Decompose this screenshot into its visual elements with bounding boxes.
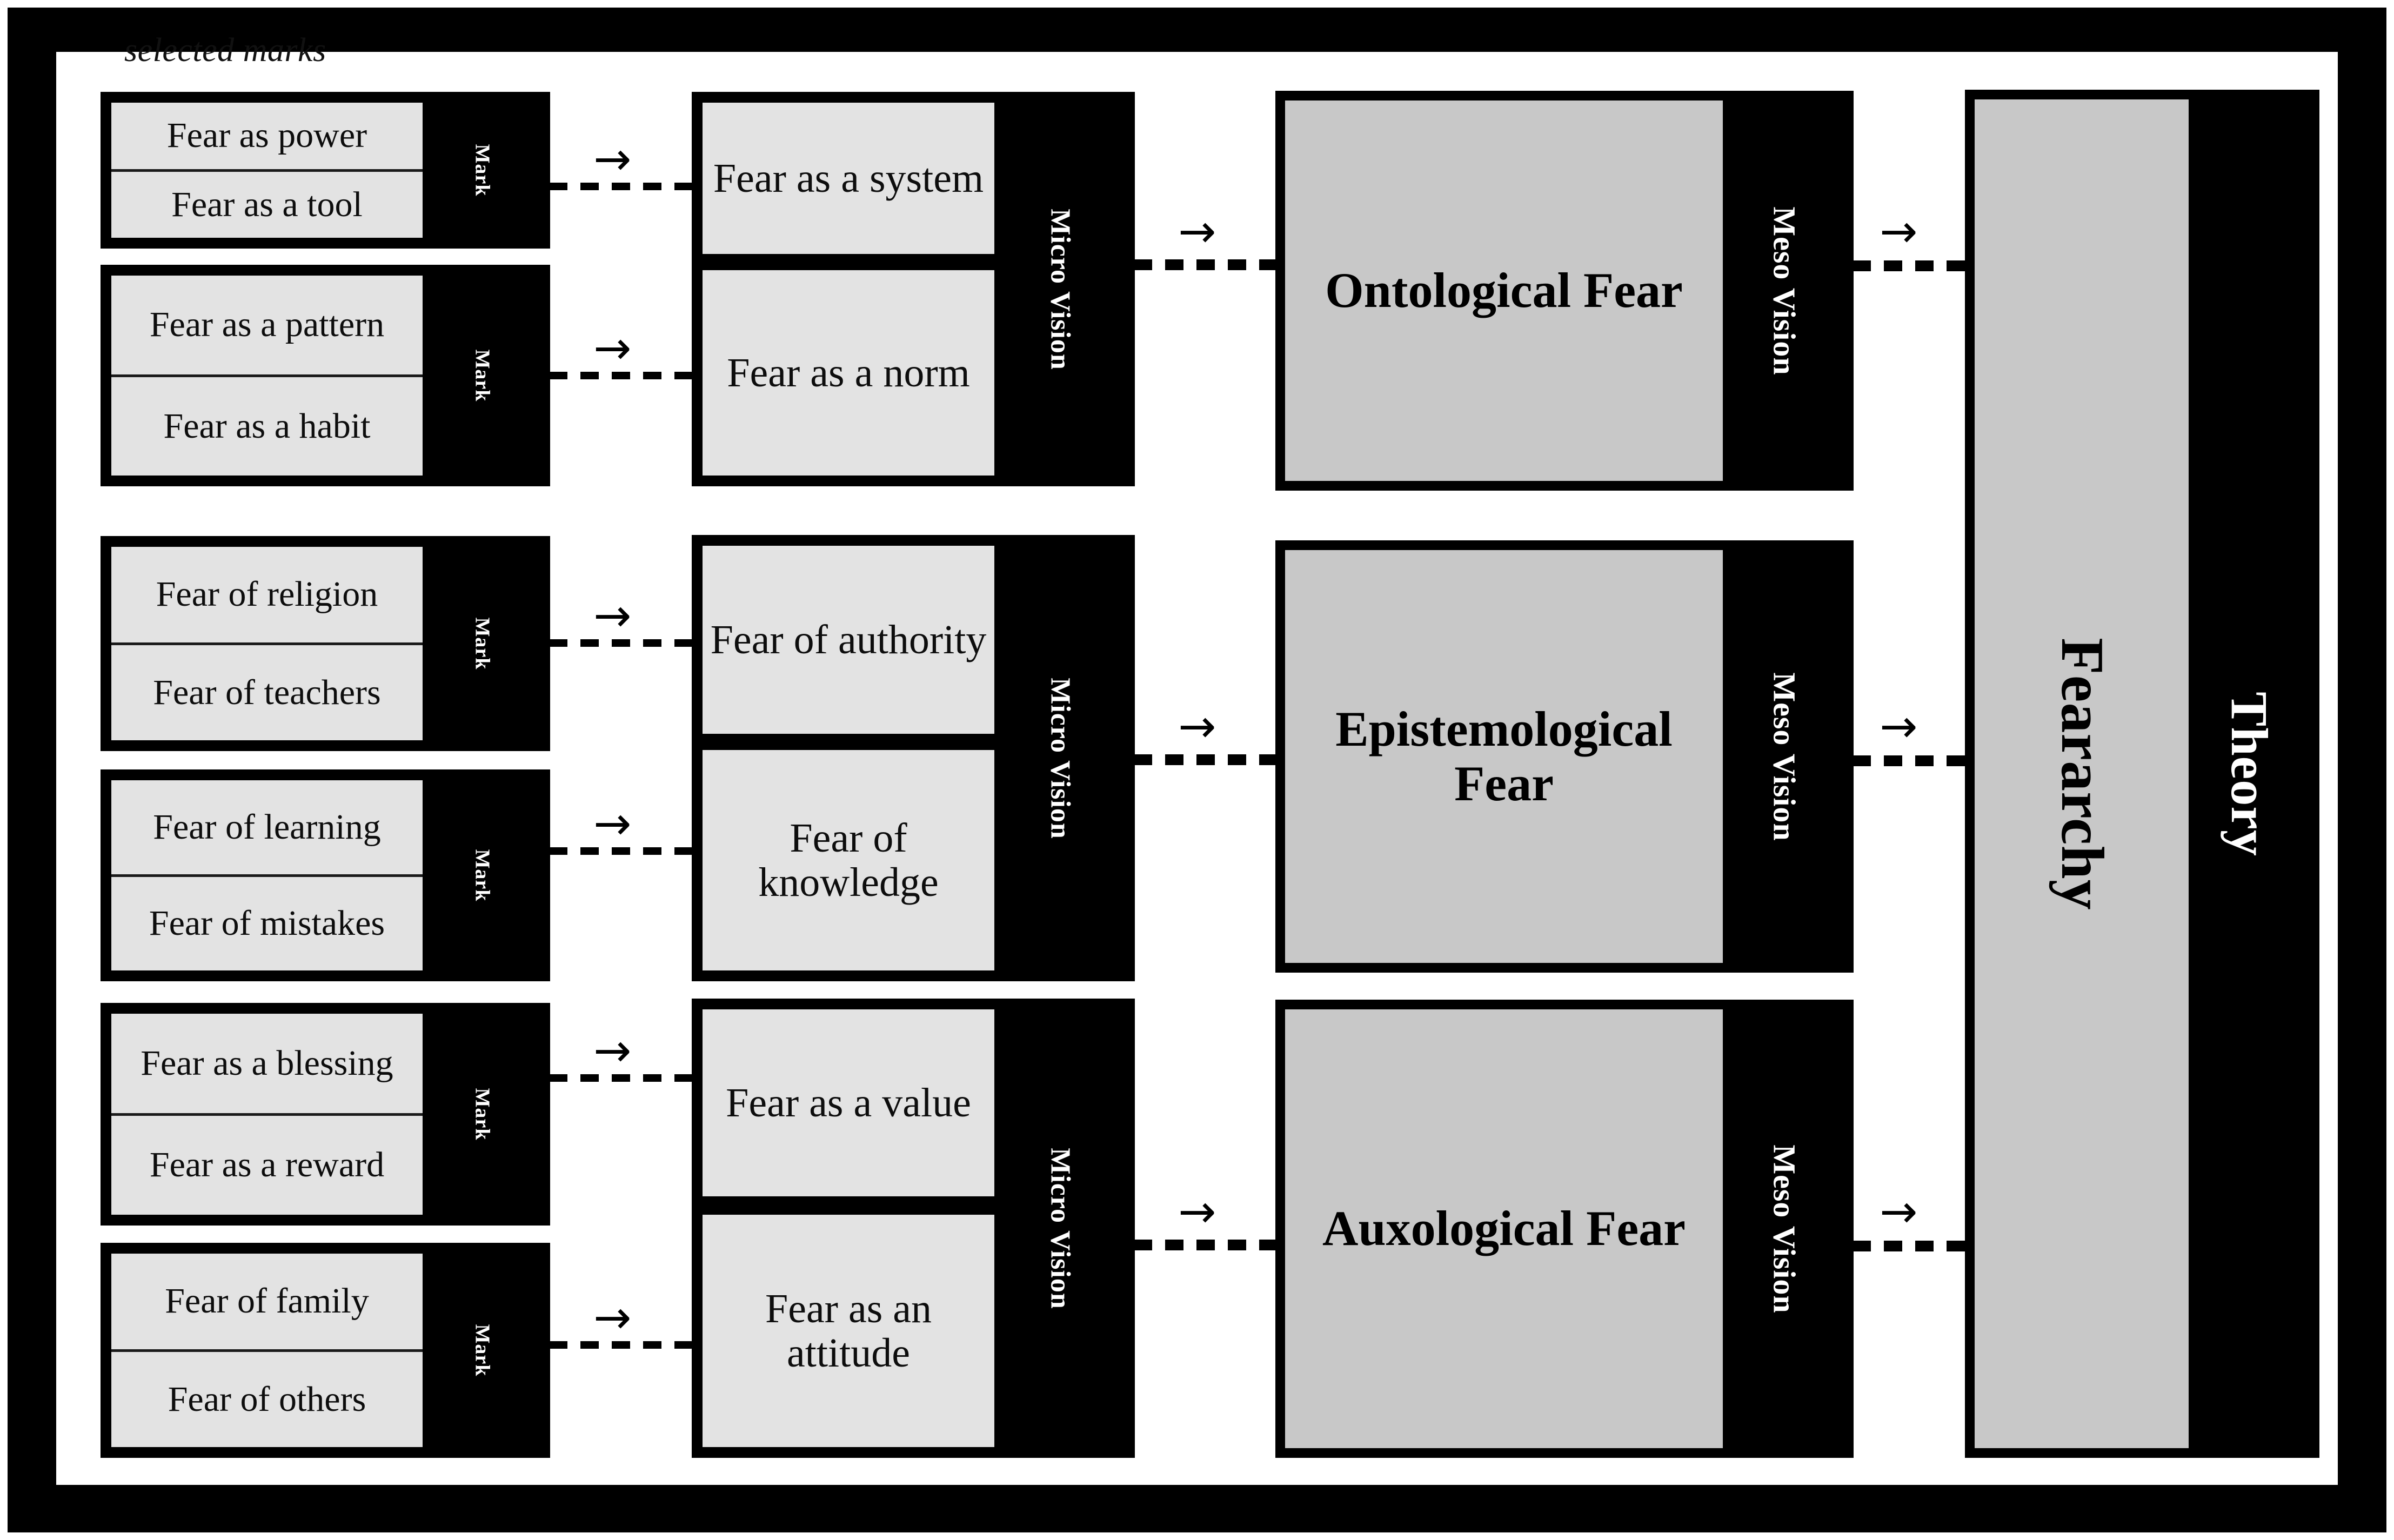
mark-label-strip-3: Mark <box>425 547 539 740</box>
mark-label: Mark <box>471 1088 493 1141</box>
mark-label: Mark <box>471 1324 493 1377</box>
micro-vision-label: Micro Vision <box>1045 677 1076 839</box>
arrow-icon: → <box>593 1024 632 1077</box>
mark-cells-6: Fear of family Fear of others <box>111 1254 423 1447</box>
arrow-icon: → <box>1880 700 1918 753</box>
arrow-icon: → <box>1880 1185 1918 1238</box>
diagram-canvas: selected marks Fear as power Fear as a t… <box>0 0 2394 1540</box>
theory-label-strip: Theory <box>2189 99 2310 1448</box>
feararchy-label: Feararchy <box>2048 637 2116 910</box>
mark-cell: Fear of teachers <box>111 642 423 741</box>
arrow-icon: → <box>593 589 632 642</box>
meso-vision-label: Meso Vision <box>1767 672 1802 841</box>
micro-pane: Fear as a value <box>703 1009 994 1196</box>
theory-label: Theory <box>2220 691 2278 856</box>
meso-label-strip-3: Meso Vision <box>1725 1009 1844 1448</box>
mark-cell: Fear as a reward <box>111 1113 423 1215</box>
micro-label-strip-1: Micro Vision <box>997 103 1124 476</box>
connector-micro1-to-meso1 <box>1134 259 1281 270</box>
mark-cell: Fear as a tool <box>111 169 423 238</box>
mark-label: Mark <box>471 617 493 670</box>
mark-cell: Fear of religion <box>156 574 378 614</box>
mark-cell: Fear as a habit <box>111 374 423 476</box>
mark-label-strip-1: Mark <box>425 103 539 238</box>
mark-cells-4: Fear of learning Fear of mistakes <box>111 780 423 970</box>
arrow-icon: → <box>1178 1185 1216 1238</box>
mark-label: Mark <box>471 349 493 402</box>
micro-pane: Fear as a norm <box>703 270 994 476</box>
meso-vision-label: Meso Vision <box>1767 1144 1802 1314</box>
caption-selected-marks: selected marks <box>124 32 326 69</box>
mark-cells-3: Fear of religion Fear of teachers <box>111 547 423 740</box>
mark-label: Mark <box>471 144 493 197</box>
mark-cell: Fear of mistakes <box>111 874 423 971</box>
mark-label: Mark <box>471 849 493 902</box>
mark-label-strip-2: Mark <box>425 276 539 476</box>
mark-cell: Fear of learning <box>153 807 381 847</box>
arrow-icon: → <box>593 1291 632 1344</box>
micro-pane: Fear as an attitude <box>703 1215 994 1447</box>
meso-label-strip-1: Meso Vision <box>1725 101 1844 481</box>
mark-cells-2: Fear as a pattern Fear as a habit <box>111 276 423 476</box>
mark-label-strip-5: Mark <box>425 1014 539 1215</box>
meso-label-strip-2: Meso Vision <box>1725 550 1844 963</box>
micro-vision-label: Micro Vision <box>1045 1147 1076 1309</box>
micro-pane: Fear as a system <box>703 103 994 254</box>
mark-label-strip-4: Mark <box>425 780 539 970</box>
micro-pane: Fear of knowledge <box>703 750 994 970</box>
arrow-icon: → <box>1178 205 1216 258</box>
arrow-icon: → <box>593 322 632 374</box>
mark-cell: Fear as a pattern <box>149 305 385 345</box>
mark-cells-5: Fear as a blessing Fear as a reward <box>111 1014 423 1215</box>
mark-cells-1: Fear as power Fear as a tool <box>111 103 423 238</box>
mark-cell: Fear as a blessing <box>141 1043 393 1083</box>
arrow-icon: → <box>593 132 632 185</box>
micro-label-strip-2: Micro Vision <box>997 546 1124 970</box>
mark-cell: Fear as power <box>166 116 367 156</box>
mark-cell: Fear of family <box>165 1281 369 1321</box>
connector-micro2-to-meso2 <box>1134 754 1281 765</box>
feararchy-block: Feararchy <box>1975 99 2189 1448</box>
mark-label-strip-6: Mark <box>425 1254 539 1447</box>
meso-block-1: Ontological Fear <box>1285 101 1723 481</box>
micro-label-strip-3: Micro Vision <box>997 1009 1124 1447</box>
arrow-icon: → <box>1178 700 1216 753</box>
meso-block-2: Epistemological Fear <box>1285 550 1723 963</box>
meso-block-3: Auxological Fear <box>1285 1009 1723 1448</box>
micro-pane: Fear of authority <box>703 546 994 734</box>
meso-vision-label: Meso Vision <box>1767 206 1802 376</box>
micro-vision-label: Micro Vision <box>1045 208 1076 370</box>
mark-cell: Fear of others <box>111 1349 423 1448</box>
arrow-icon: → <box>1880 205 1918 258</box>
connector-micro3-to-meso3 <box>1134 1240 1281 1250</box>
arrow-icon: → <box>593 797 632 850</box>
